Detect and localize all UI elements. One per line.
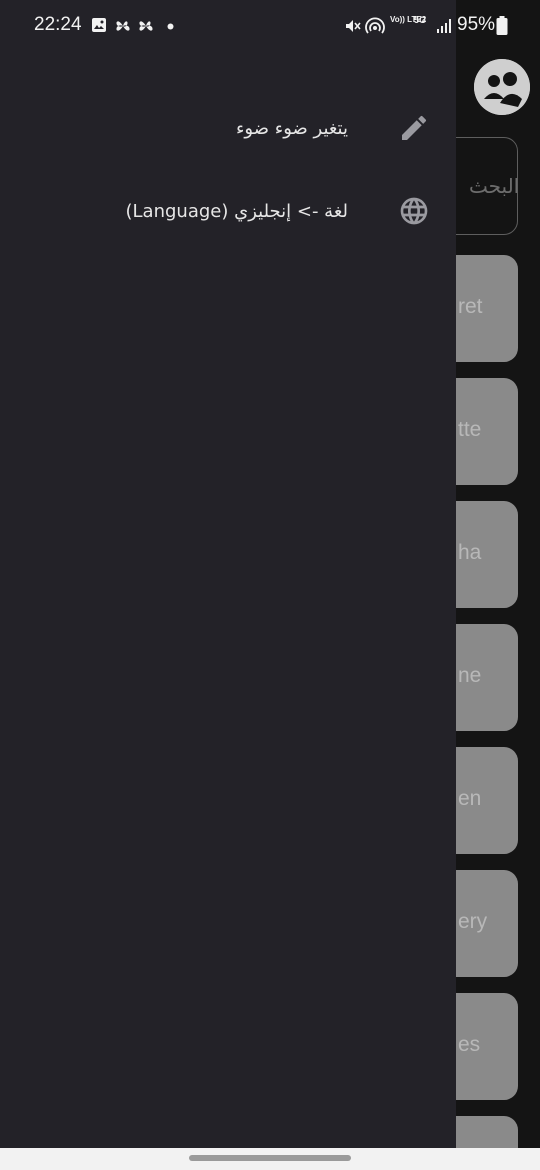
battery-icon <box>496 16 508 35</box>
drawer-item-label: يتغير ضوء ضوء <box>235 117 348 139</box>
card-label: ery <box>458 910 488 933</box>
drawer-item-label: لغة -> إنجليزي (Language) <box>125 200 349 222</box>
image-icon <box>92 18 106 32</box>
status-bar: 22:24 Vo)) LTE2 5G 95% <box>0 0 540 54</box>
search-placeholder: البحث <box>469 174 520 198</box>
pencil-icon <box>402 115 427 140</box>
mute-icon <box>346 20 361 32</box>
home-gesture-handle[interactable] <box>189 1155 351 1161</box>
hotspot-icon <box>365 17 385 34</box>
card-label: ha <box>458 541 482 564</box>
globe-icon <box>400 197 428 225</box>
network-type: 5G <box>414 15 427 25</box>
card-label: en <box>458 787 482 810</box>
card-label: ret <box>458 295 483 318</box>
clock-time: 22:24 <box>34 14 82 35</box>
notification-dot-icon <box>167 23 174 30</box>
fan-icon <box>116 21 130 31</box>
system-navigation-bar <box>0 1148 540 1170</box>
signal-icon <box>437 19 451 33</box>
drawer-item-theme[interactable]: يتغير ضوء ضوء <box>0 98 456 158</box>
navigation-drawer: يتغير ضوء ضوء لغة -> إنجليزي (Language) <box>0 0 456 1148</box>
drawer-item-language[interactable]: لغة -> إنجليزي (Language) <box>0 181 456 241</box>
card-label: tte <box>458 418 482 441</box>
card-label: es <box>458 1033 481 1056</box>
profile-avatar-icon[interactable] <box>474 59 530 115</box>
battery-percentage: 95% <box>457 14 496 35</box>
card-label: ne <box>458 664 482 687</box>
fan-icon <box>139 21 153 31</box>
